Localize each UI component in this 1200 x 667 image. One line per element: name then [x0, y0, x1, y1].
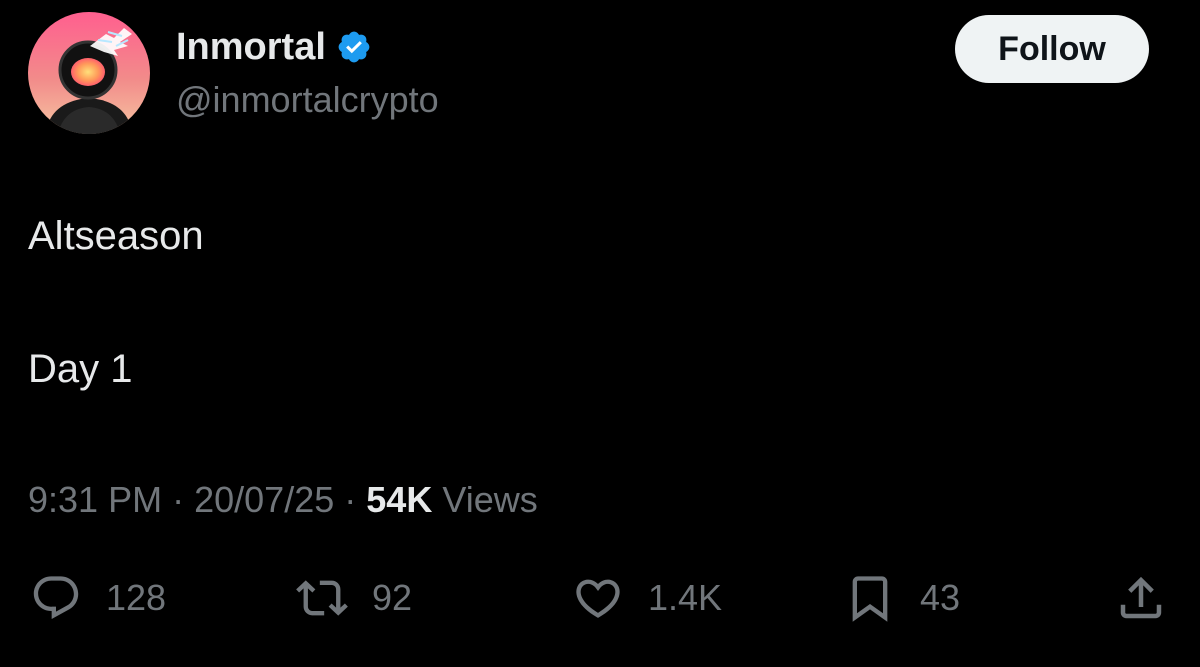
share-icon: [1120, 576, 1162, 619]
tweet-time[interactable]: 9:31 PM: [28, 479, 162, 520]
display-name-text: Inmortal: [176, 26, 326, 68]
avatar[interactable]: [28, 12, 150, 134]
author-display-name[interactable]: Inmortal: [176, 24, 372, 70]
tweet-text-line-1: Altseason: [28, 214, 204, 258]
like-count: 1.4K: [648, 577, 723, 618]
follow-button[interactable]: Follow: [955, 15, 1149, 83]
views-count[interactable]: 54K: [366, 479, 432, 520]
heart-icon: [576, 579, 620, 618]
bookmark-icon: [852, 576, 888, 622]
tweet-date[interactable]: 20/07/25: [194, 479, 334, 520]
tweet-meta: 9:31 PM · 20/07/25 · 54K Views: [28, 478, 538, 522]
retweet-count: 92: [372, 577, 413, 618]
bookmark-count: 43: [920, 577, 961, 618]
astronaut-avatar-image: [28, 12, 150, 134]
retweet-icon: [296, 580, 348, 616]
retweet-button[interactable]: 92: [296, 570, 412, 626]
meta-separator: ·: [172, 479, 185, 520]
share-button[interactable]: [1114, 570, 1168, 626]
tweet-text-line-2: Day 1: [28, 347, 133, 391]
like-button[interactable]: 1.4K: [572, 570, 722, 626]
views-label: Views: [442, 479, 538, 520]
verified-badge-icon: [338, 31, 370, 63]
reply-icon: [33, 576, 79, 620]
bookmark-button[interactable]: 43: [844, 570, 960, 626]
author-handle[interactable]: @inmortalcrypto: [176, 78, 439, 122]
meta-separator: ·: [344, 479, 357, 520]
reply-count: 128: [106, 577, 167, 618]
reply-button[interactable]: 128: [30, 570, 166, 626]
